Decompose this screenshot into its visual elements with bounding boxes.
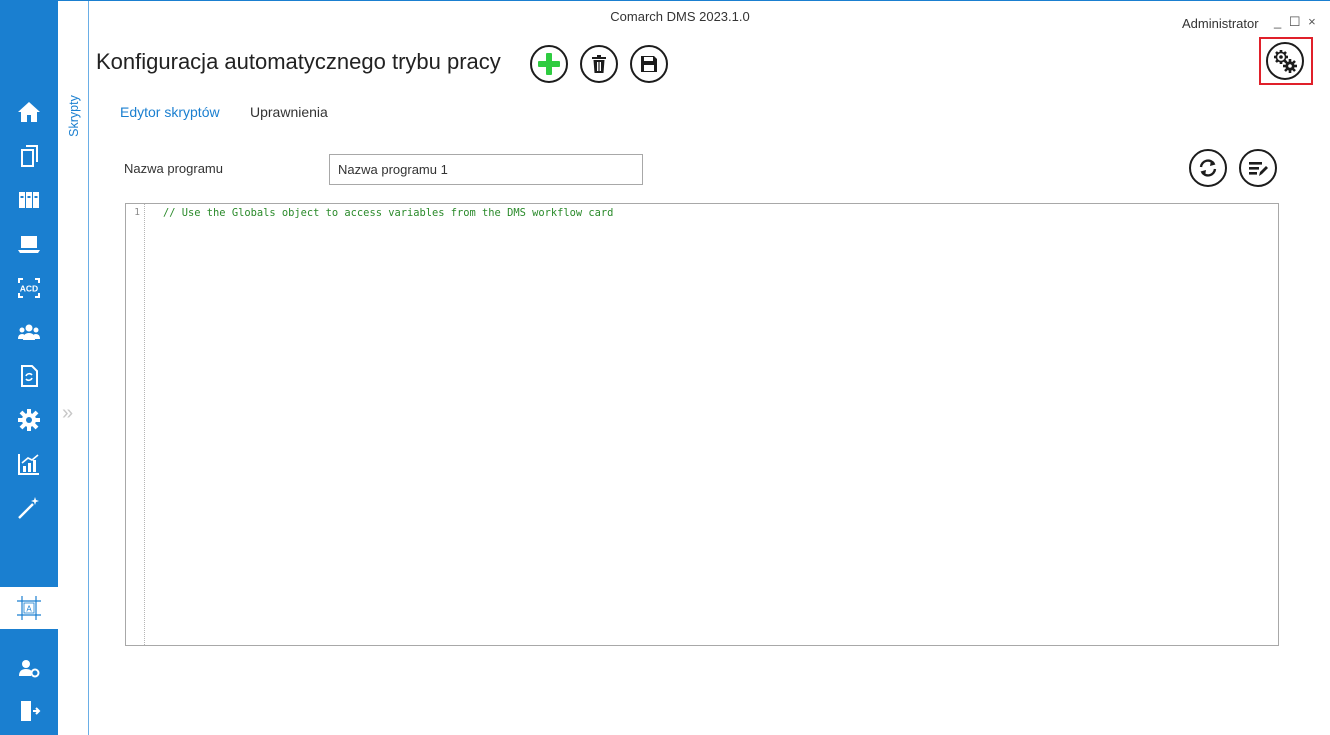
format-lines-icon <box>1249 162 1268 176</box>
save-button[interactable] <box>630 45 668 83</box>
program-name-input[interactable] <box>329 154 643 185</box>
script-editor[interactable]: 1 // Use the Globals object to access va… <box>125 203 1279 646</box>
code-line[interactable]: // Use the Globals object to access vari… <box>163 207 613 219</box>
documents-icon[interactable] <box>0 134 58 178</box>
window-title: Comarch DMS 2023.1.0 <box>610 9 750 24</box>
line-number: 1 <box>134 207 140 218</box>
main-sidebar: ACD A <box>0 1 58 735</box>
refresh-icon <box>1199 159 1217 177</box>
format-button[interactable] <box>1239 149 1277 187</box>
tab-skrypty[interactable]: Skrypty <box>66 93 82 141</box>
tab-script-editor[interactable]: Edytor skryptów <box>120 104 220 120</box>
line-number-gutter: 1 <box>126 204 145 645</box>
document-sync-icon[interactable] <box>0 354 58 398</box>
program-name-label: Nazwa programu <box>124 161 223 176</box>
window-controls[interactable]: _ ☐ × <box>1274 14 1318 30</box>
user-name[interactable]: Administrator <box>1182 16 1259 31</box>
page-title: Konfiguracja automatycznego trybu pracy <box>96 49 501 74</box>
double-chevron-right-icon[interactable]: » <box>62 402 73 425</box>
add-button[interactable] <box>530 45 568 83</box>
gears-icon <box>1274 50 1297 73</box>
form-designer-icon[interactable]: A <box>0 586 58 630</box>
chart-icon[interactable] <box>0 442 58 486</box>
plus-icon <box>538 53 560 75</box>
automatic-mode-config-button[interactable] <box>1266 42 1304 80</box>
users-group-icon[interactable] <box>0 310 58 354</box>
tab-permissions[interactable]: Uprawnienia <box>250 104 328 120</box>
logout-icon[interactable] <box>0 689 58 733</box>
gear-icon[interactable] <box>0 398 58 442</box>
delete-button[interactable] <box>580 45 618 83</box>
tab-skrypty-label: Skrypty <box>67 95 81 137</box>
binders-icon[interactable] <box>0 178 58 222</box>
user-settings-icon[interactable] <box>0 646 58 690</box>
trash-icon <box>592 55 606 73</box>
svg-text:A: A <box>26 605 32 614</box>
laptop-icon[interactable] <box>0 222 58 266</box>
floppy-icon <box>641 56 657 72</box>
magic-wand-icon[interactable] <box>0 486 58 530</box>
ocr-acd-icon[interactable]: ACD <box>0 266 58 310</box>
refresh-button[interactable] <box>1189 149 1227 187</box>
app-window: ACD A Skrypty » Comarch DMS 2023.1.0 Adm… <box>0 0 1330 735</box>
home-icon[interactable] <box>0 90 58 134</box>
svg-text:ACD: ACD <box>20 284 38 294</box>
